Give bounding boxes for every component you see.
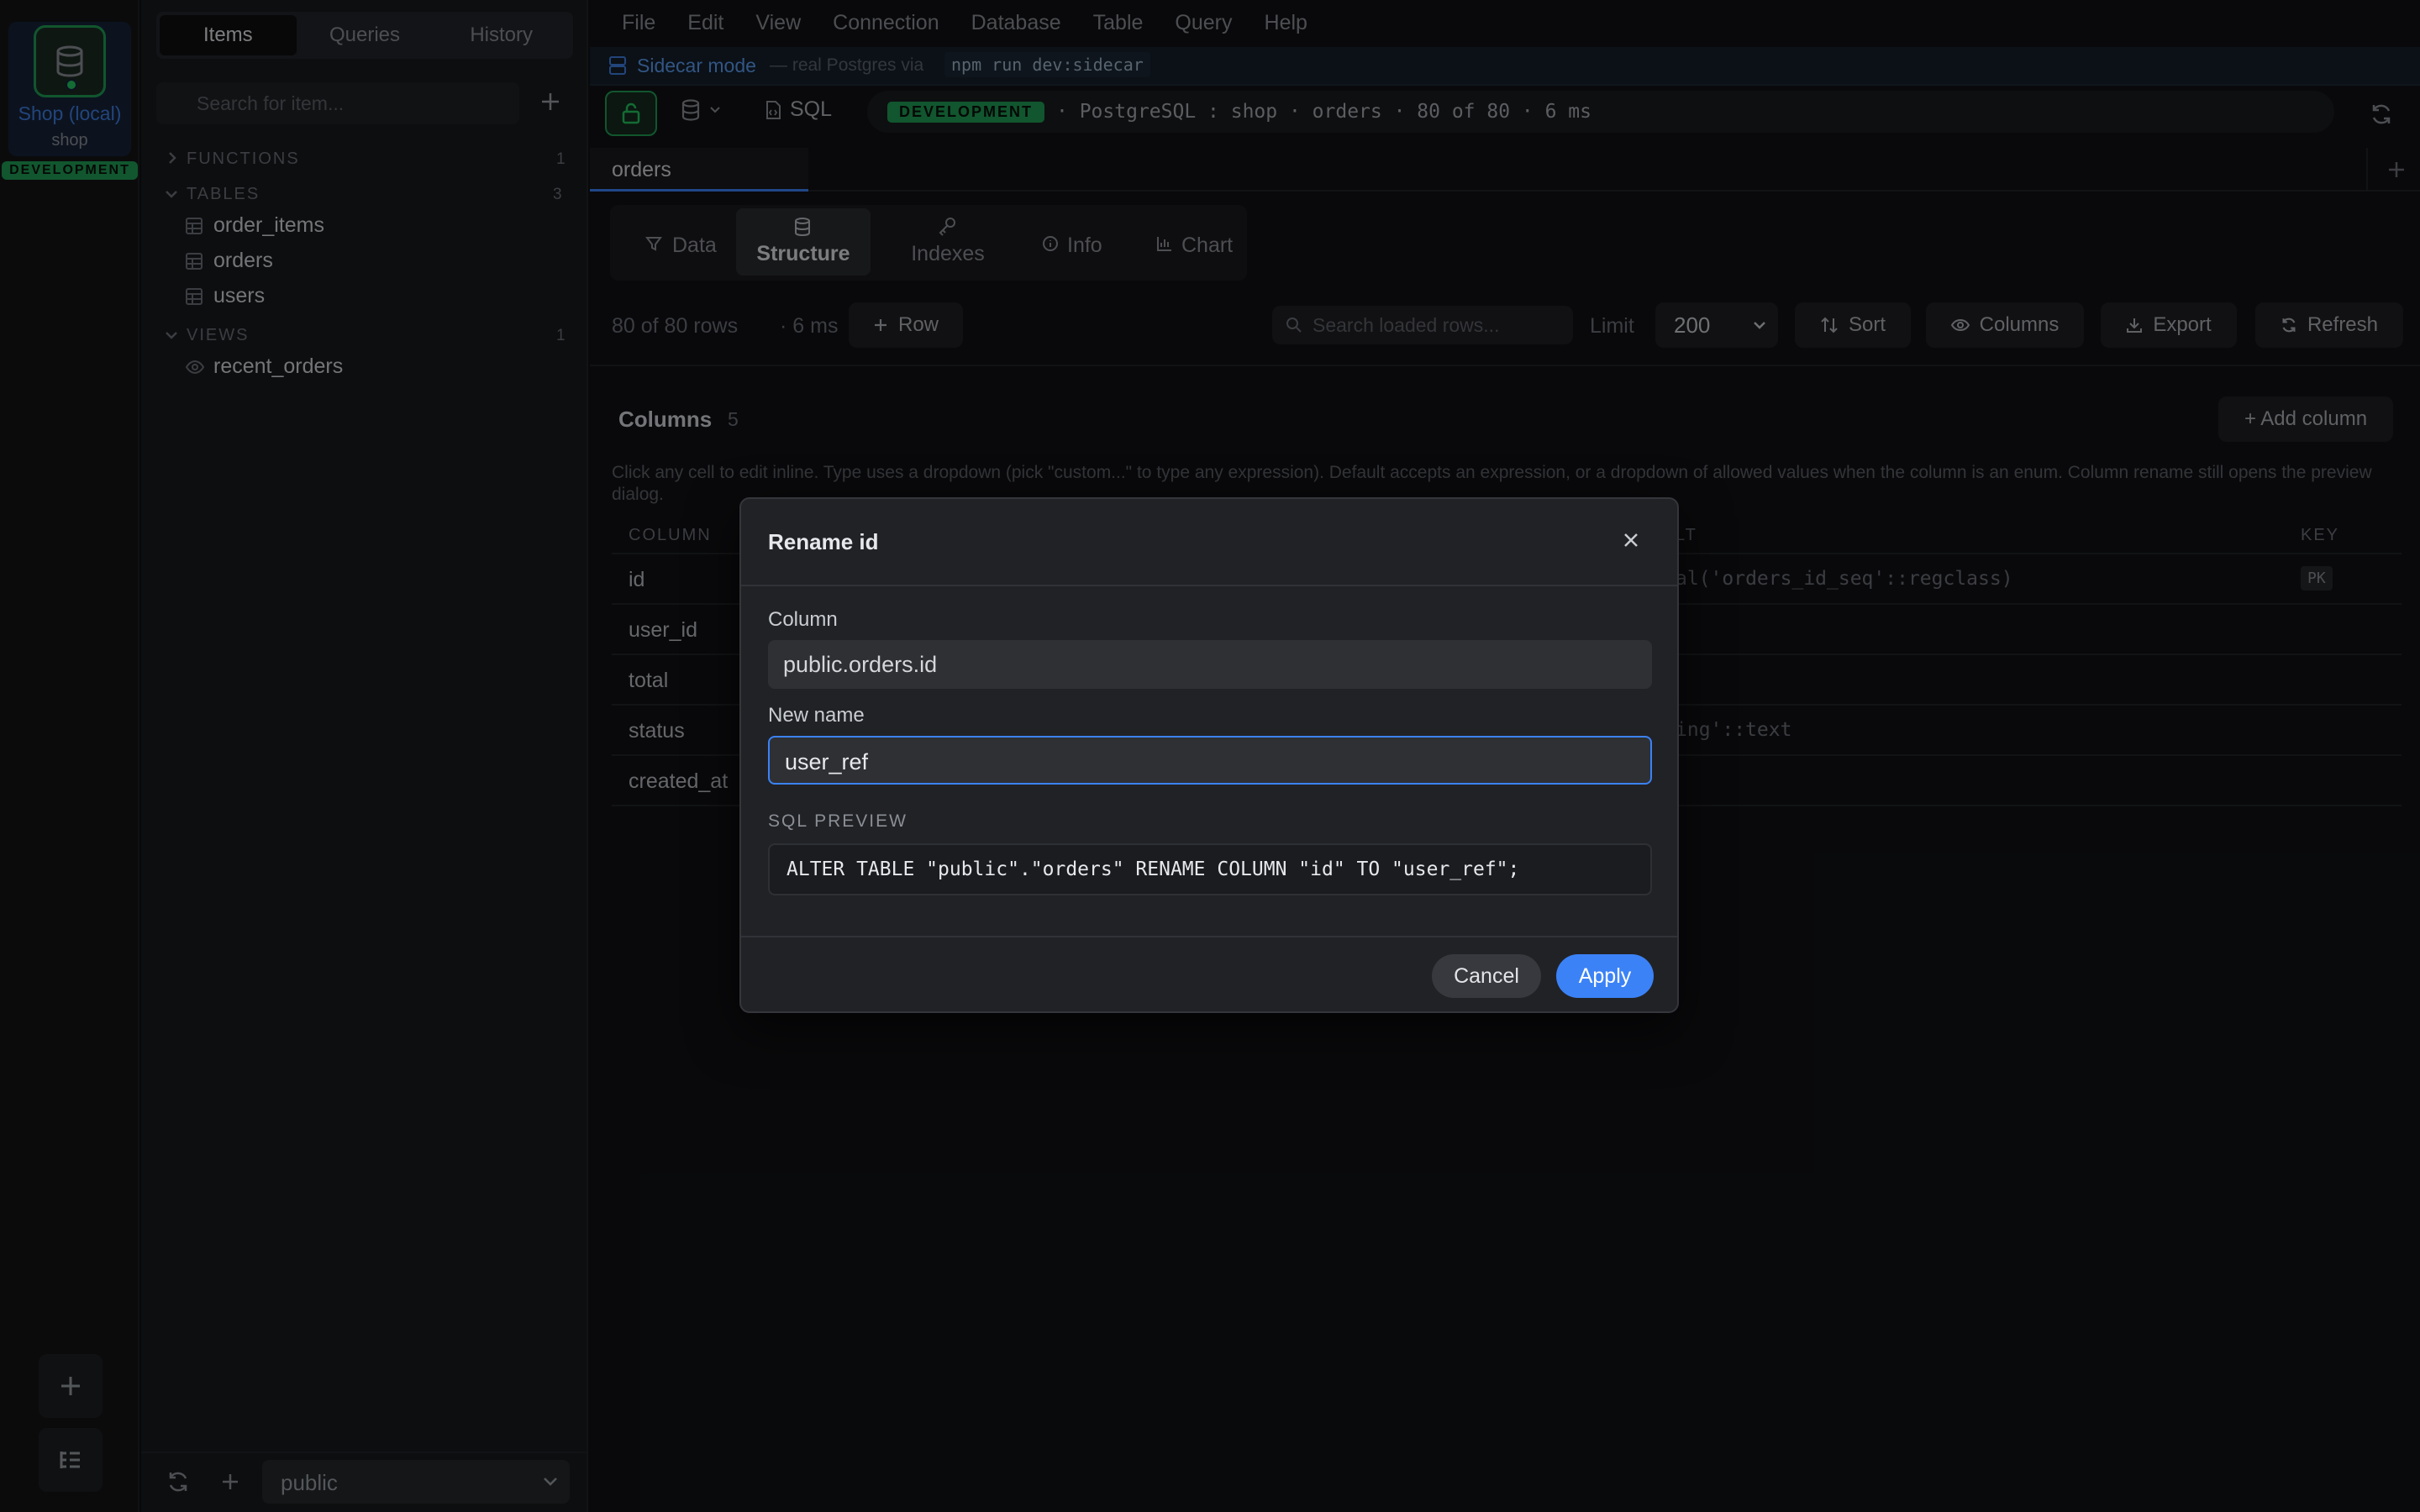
rename-dialog: Rename id Column public.orders.id New na… bbox=[739, 497, 1679, 1013]
new-name-input[interactable]: user_ref bbox=[768, 736, 1652, 785]
column-field: public.orders.id bbox=[768, 640, 1652, 689]
divider bbox=[741, 936, 1677, 937]
sql-preview: ALTER TABLE "public"."orders" RENAME COL… bbox=[768, 843, 1652, 895]
apply-button[interactable]: Apply bbox=[1556, 954, 1654, 998]
new-name-label: New name bbox=[768, 704, 865, 727]
close-icon[interactable] bbox=[1622, 531, 1640, 549]
dialog-title: Rename id bbox=[768, 529, 879, 554]
column-label: Column bbox=[768, 608, 838, 631]
sql-preview-label: SQL PREVIEW bbox=[768, 811, 908, 831]
divider bbox=[741, 585, 1677, 586]
cancel-button[interactable]: Cancel bbox=[1432, 954, 1541, 998]
